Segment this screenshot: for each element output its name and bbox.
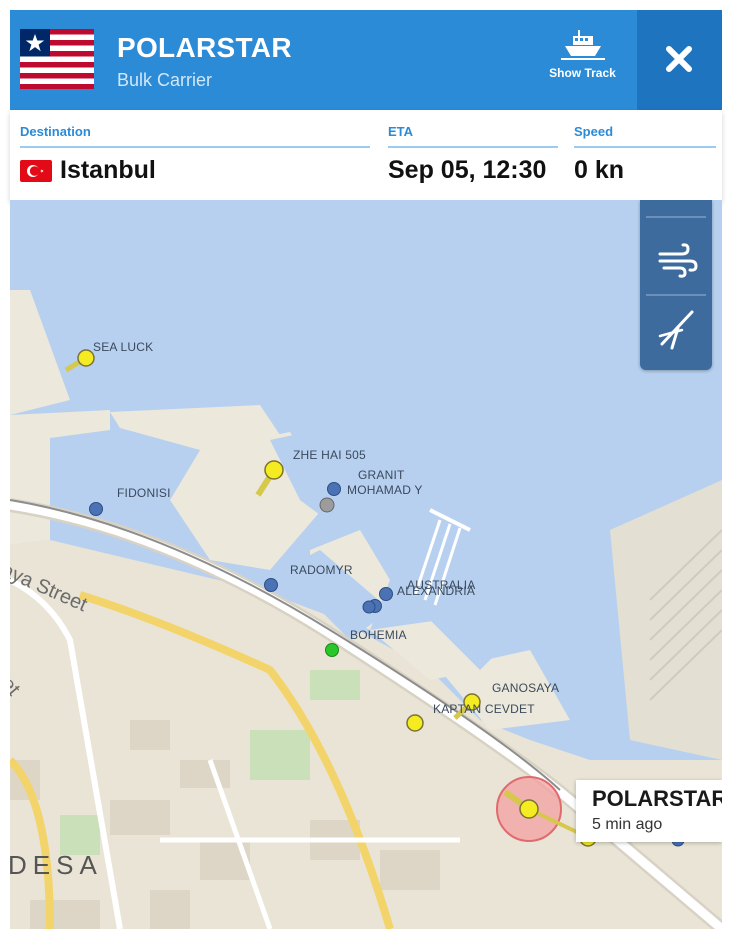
controls-separator [646,294,706,296]
compass-icon [658,310,694,350]
ship-marker-kaptan-cevdet[interactable] [406,714,424,732]
ship-track-icon [560,30,605,60]
ship-label-kaptan-cevdet: KAPTAN CEVDET [433,702,535,716]
city-label: DESA [10,850,103,880]
ship-label-fidonisi: FIDONISI [117,486,171,500]
ship-marker-australia[interactable] [379,587,393,601]
wind-layer-button[interactable] [640,224,712,292]
voyage-info-bar: Destination Istanbul ETA Sep 05, 12:30 S… [10,110,722,200]
controls-separator [646,216,706,218]
ship-marker-fidonisi[interactable] [89,502,103,516]
callout-time-ago: 5 min ago [592,816,663,833]
map-controls [640,200,712,370]
speed-label: Speed [574,124,614,139]
vessel-header: POLARSTAR Bulk Carrier Show Track [10,10,722,110]
ship-marker-radomyr[interactable] [264,578,278,592]
speed-divider [574,146,716,148]
measure-distance-button[interactable] [640,298,712,366]
show-track-button[interactable]: Show Track [535,24,630,104]
vessel-type: Bulk Carrier [117,70,213,90]
turkey-flag-icon [20,160,52,182]
speed-value: 0 kn [574,156,625,184]
eta-divider [388,146,558,148]
ship-marker-bohemia[interactable] [325,643,339,657]
ship-marker-mohamad-y[interactable] [319,497,335,513]
ship-label-radomyr: RADOMYR [290,563,353,577]
ship-label-mohamad-y: MOHAMAD Y [347,483,423,497]
destination-value: Istanbul [60,156,156,184]
ship-label-alexandria: ALEXANDRIA [397,584,476,598]
ship-label-sea-luck: SEA LUCK [93,340,154,354]
map-view[interactable]: SEA LUCK ZHE HAI 505 GRANIT MOHAMAD Y FI… [10,200,722,929]
callout-vessel-name: POLARSTAR [592,786,722,811]
wind-icon [658,243,698,278]
vessel-callout[interactable]: POLARSTAR 5 min ago [576,780,722,842]
vessel-name: POLARSTAR [117,32,292,63]
eta-label: ETA [388,124,414,139]
close-icon [666,46,692,72]
ship-marker-granit[interactable] [327,482,341,496]
ship-label-ganosaya: GANOSAYA [492,681,560,695]
destination-label: Destination [20,124,91,139]
close-button[interactable] [637,10,722,110]
ship-label-zhe-hai-505: ZHE HAI 505 [293,448,366,462]
liberia-flag-icon [20,29,94,89]
eta-value: Sep 05, 12:30 [388,156,547,184]
show-track-label: Show Track [549,66,616,80]
ship-label-bohemia: BOHEMIA [350,628,407,642]
ship-label-granit: GRANIT [358,468,405,482]
destination-divider [20,146,370,148]
